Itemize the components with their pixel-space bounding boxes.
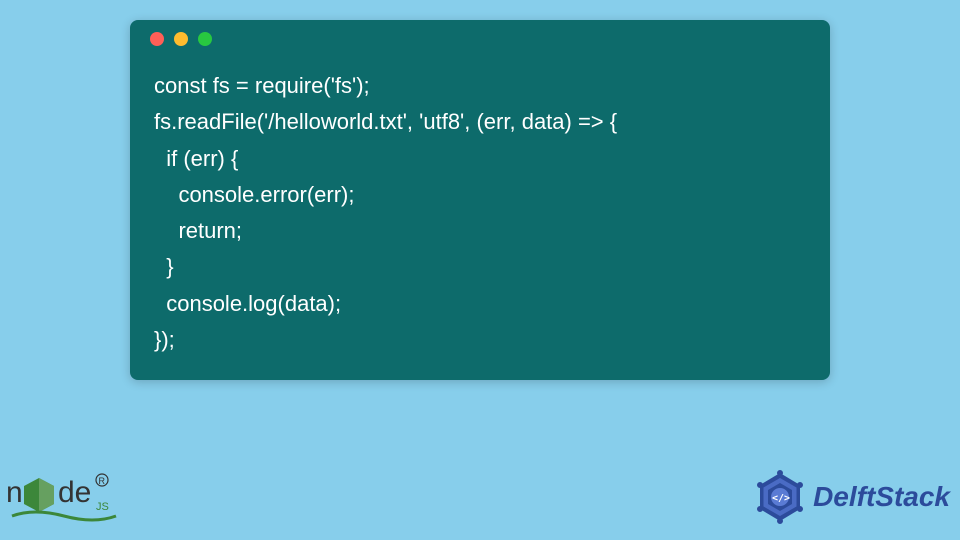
code-window: const fs = require('fs'); fs.readFile('/… — [130, 20, 830, 380]
svg-text:de: de — [58, 476, 91, 509]
close-icon[interactable] — [150, 32, 164, 46]
code-line: }); — [154, 327, 175, 352]
delftstack-icon: </> — [753, 470, 807, 524]
minimize-icon[interactable] — [174, 32, 188, 46]
svg-text:n: n — [6, 476, 23, 509]
svg-text:R: R — [99, 476, 106, 486]
nodejs-logo: n de R JS — [4, 460, 124, 532]
code-line: } — [154, 254, 174, 279]
delftstack-logo: </> DelftStack — [753, 470, 950, 524]
code-line: console.log(data); — [154, 291, 341, 316]
svg-text:</>: </> — [772, 493, 790, 504]
code-line: return; — [154, 218, 242, 243]
code-line: if (err) { — [154, 146, 238, 171]
code-line: fs.readFile('/helloworld.txt', 'utf8', (… — [154, 109, 617, 134]
svg-text:JS: JS — [96, 501, 109, 513]
code-line: console.error(err); — [154, 182, 355, 207]
maximize-icon[interactable] — [198, 32, 212, 46]
code-line: const fs = require('fs'); — [154, 73, 370, 98]
code-block: const fs = require('fs'); fs.readFile('/… — [130, 58, 830, 380]
window-titlebar — [130, 20, 830, 58]
delftstack-text: DelftStack — [813, 481, 950, 513]
